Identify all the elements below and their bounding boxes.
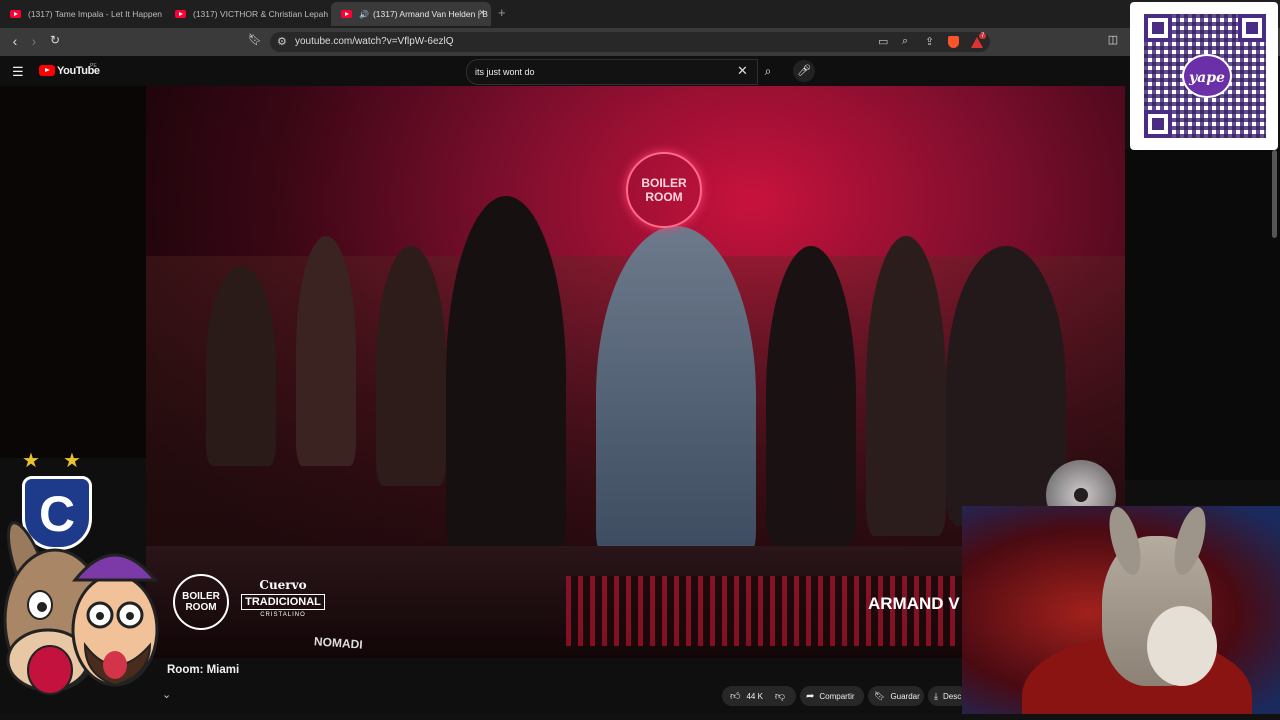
download-icon: ⤓	[934, 690, 938, 701]
browser-tab-title: (1317) Tame Impala - Let It Happen (	[28, 9, 163, 19]
qr-finder	[1144, 14, 1172, 42]
webcam-overlay	[962, 506, 1280, 720]
neon-sign: BOILER ROOM	[626, 152, 702, 228]
thumbs-up-icon: 👍︎	[730, 691, 741, 702]
search-input[interactable]: its just wont do ✕	[466, 59, 758, 85]
crowd-figure	[296, 236, 356, 466]
forward-icon[interactable]: ›	[25, 33, 43, 49]
donkey-mascot-icon	[3, 521, 159, 695]
site-info-icon[interactable]: ⚙	[277, 35, 287, 48]
crowd-figure	[376, 246, 446, 486]
browser-tab-active[interactable]: 🔊 (1317) Armand Van Helden | B ×	[331, 2, 491, 26]
sponsor-line-2: TRADICIONAL	[241, 594, 325, 610]
url-text[interactable]: youtube.com/watch?v=VflpW-6ezlQ	[295, 36, 454, 47]
qr-finder	[1144, 110, 1172, 138]
browser-toolbar: ‹ › ↻ 🔖︎ ⚙ youtube.com/watch?v=VflpW-6ez…	[0, 28, 1280, 56]
download-label: Desc	[942, 691, 962, 701]
like-count: 44 K	[746, 691, 763, 701]
dj-figure	[596, 226, 756, 566]
star-icon: ★	[22, 450, 40, 472]
address-bar[interactable]: ⚙ youtube.com/watch?v=VflpW-6ezlQ ▭ ⌕ ⇪ …	[270, 32, 990, 52]
boiler-room-logo: BOILER ROOM	[173, 574, 229, 630]
browser-tab[interactable]: (1317) VICTHOR & Christian Lepah -	[165, 2, 328, 26]
country-code: PE	[90, 63, 97, 69]
page-scrollbar[interactable]	[1272, 150, 1277, 238]
rewards-badge: 7	[979, 33, 987, 39]
browser-tab-bar: (1317) Tame Impala - Let It Happen ( (13…	[0, 0, 1280, 28]
right-panel	[1125, 150, 1280, 480]
sponsor-line-3: CRISTALINO	[260, 612, 306, 618]
mask-snout	[1147, 606, 1217, 686]
new-tab-button[interactable]: +	[498, 5, 506, 20]
share-label: Compartir	[819, 691, 855, 701]
youtube-favicon-icon	[341, 10, 352, 18]
zoom-icon[interactable]: ⌕	[902, 35, 908, 48]
microphone-icon[interactable]: 🎤︎	[793, 60, 815, 82]
save-button[interactable]: 🔖︎ Guardar	[868, 686, 924, 706]
back-icon[interactable]: ‹	[6, 33, 24, 49]
clear-search-icon[interactable]: ✕	[737, 63, 748, 79]
search-query[interactable]: its just wont do	[475, 67, 535, 77]
bottom-edge	[0, 714, 1280, 720]
browser-tab-title: (1317) VICTHOR & Christian Lepah -	[193, 9, 328, 19]
sponsor-logo: Cuervo TRADICIONAL CRISTALINO	[241, 578, 325, 618]
star-icon: ★	[63, 450, 81, 472]
cast-icon[interactable]: ▭	[878, 35, 888, 48]
hamburger-menu-icon[interactable]: ☰	[12, 64, 24, 80]
share-icon: ➦	[806, 690, 815, 702]
share-button[interactable]: ➦ Compartir	[800, 686, 864, 706]
youtube-header: ☰ YouTube PE its just wont do ✕ ⌕ 🎤︎	[0, 56, 1125, 86]
qr-code-overlay: yape	[1130, 2, 1278, 150]
sponsor-line-1: Cuervo	[259, 578, 307, 592]
search-icon[interactable]: ⌕	[757, 59, 779, 83]
player-left-margin	[0, 86, 146, 458]
save-icon: 🔖︎	[874, 690, 886, 701]
youtube-favicon-icon	[175, 10, 186, 18]
video-title: Room: Miami	[167, 664, 240, 676]
crowd-figure	[206, 266, 276, 466]
browser-tab[interactable]: (1317) Tame Impala - Let It Happen (	[0, 2, 163, 26]
save-label: Guardar	[890, 691, 920, 701]
crowd-figure	[866, 236, 946, 536]
reload-icon[interactable]: ↻	[46, 33, 64, 47]
bookmark-icon[interactable]: 🔖︎	[246, 33, 264, 46]
youtube-favicon-icon	[10, 10, 21, 18]
close-tab-icon[interactable]: ×	[479, 7, 485, 19]
browser-tab-title: (1317) Armand Van Helden | B	[372, 9, 488, 19]
qr-finder	[1238, 14, 1266, 42]
thumbs-down-icon[interactable]: 👎︎	[775, 690, 785, 702]
crowd-figure	[766, 246, 856, 546]
like-button[interactable]: 👍︎ 44 K 👎︎	[722, 686, 796, 706]
youtube-logo-icon[interactable]	[39, 65, 55, 76]
dj-figure	[446, 196, 566, 556]
share-page-icon[interactable]: ⇪	[925, 35, 934, 48]
brave-shields-icon[interactable]	[948, 36, 959, 48]
sidebar-toggle-icon[interactable]: ◫	[1104, 33, 1122, 46]
yape-logo: yape	[1182, 54, 1232, 98]
artist-banner: ARMAND V	[868, 594, 960, 613]
speaker-icon: 🔊	[359, 9, 369, 19]
